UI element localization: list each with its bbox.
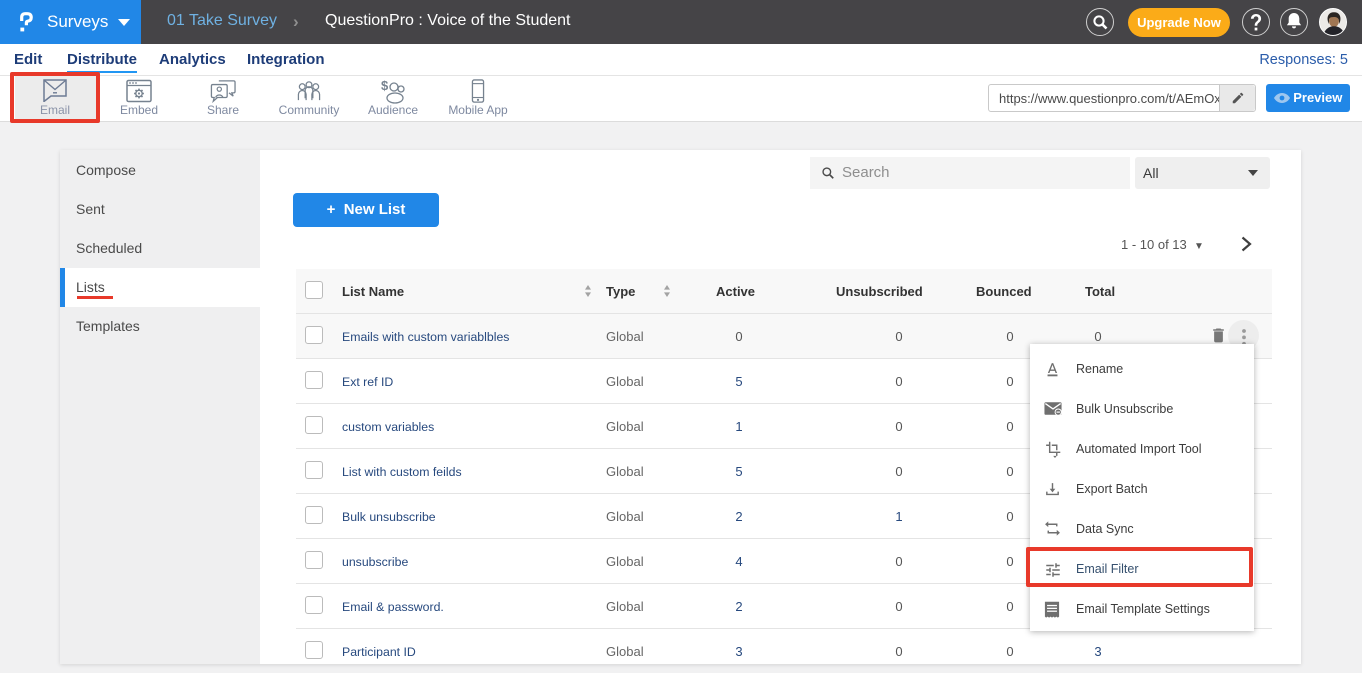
svg-text:$: $ — [381, 79, 389, 93]
